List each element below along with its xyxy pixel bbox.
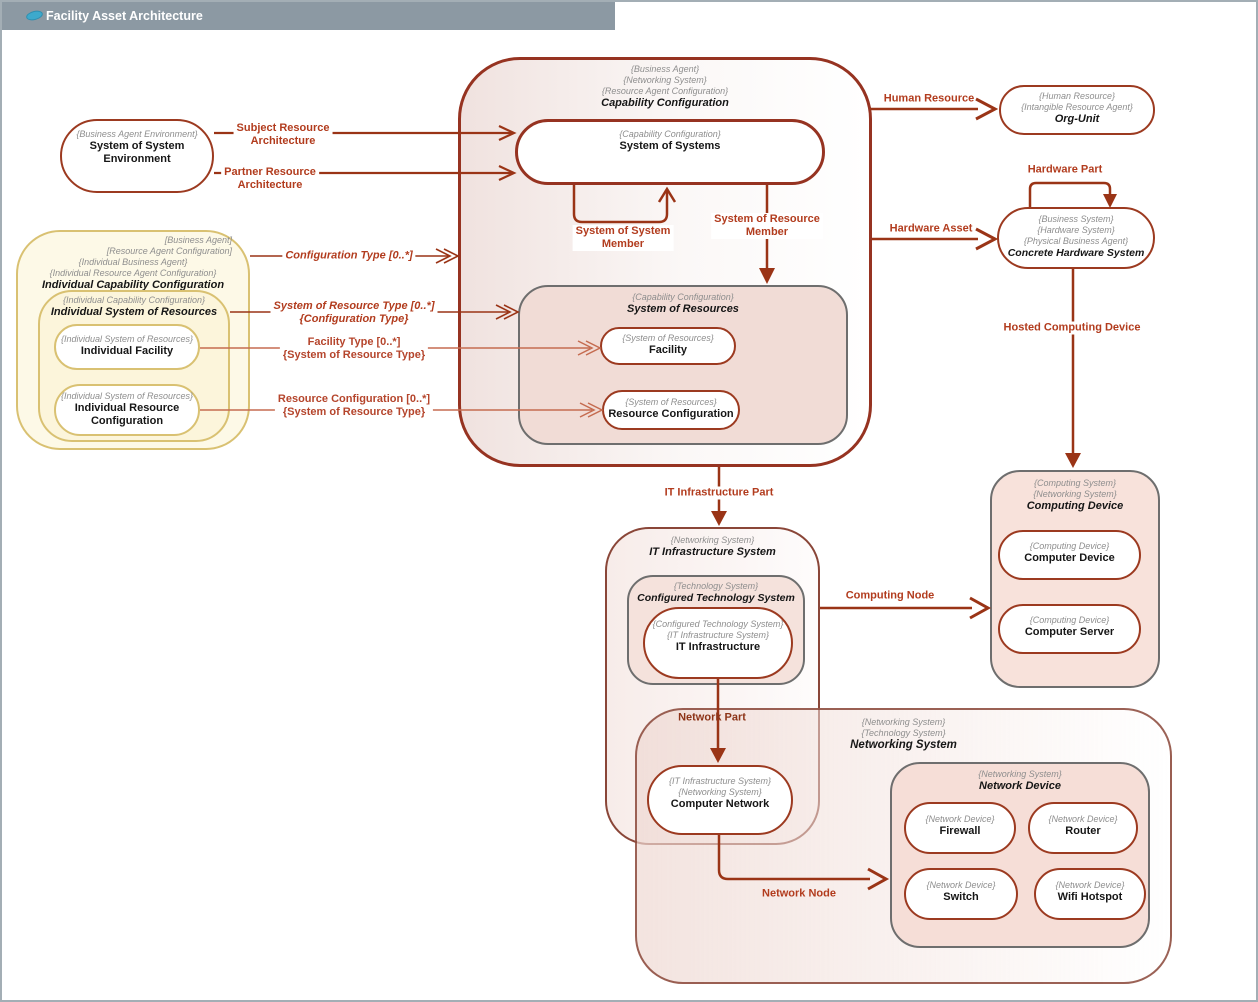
node-title: IT Infrastructure System: [607, 546, 818, 559]
node-switch[interactable]: {Network Device} Switch: [904, 868, 1018, 920]
stereotype-line: {Technology System}: [629, 581, 803, 592]
node-router[interactable]: {Network Device} Router: [1028, 802, 1138, 854]
stereotype-line: {System of Resources}: [602, 333, 734, 344]
edge-label-facility-type[interactable]: Facility Type [0..*] {System of Resource…: [280, 336, 428, 362]
edge-label-hosted-computing-device[interactable]: Hosted Computing Device: [1001, 322, 1144, 335]
node-org-unit[interactable]: {Human Resource} {Intangible Resource Ag…: [999, 85, 1155, 135]
edge-label-network-node[interactable]: Network Node: [762, 888, 836, 901]
node-title: IT Infrastructure: [645, 641, 791, 654]
edge-label-system-of-resource-member[interactable]: System of Resource Member: [711, 213, 823, 239]
stereotype-line: {IT Infrastructure System}: [645, 630, 791, 641]
classifier-refs: [Business Agent] [Resource Agent Configu…: [107, 235, 232, 257]
diagram-title-bar: Facility Asset Architecture: [2, 2, 615, 30]
stereotype-line: {Configured Technology System}: [645, 619, 791, 630]
node-title: System of Resources: [520, 303, 846, 316]
node-title: System of Systems: [518, 140, 822, 153]
node-concrete-hardware-system[interactable]: {Business System} {Hardware System} {Phy…: [997, 207, 1155, 269]
stereotype-line: {Capability Configuration}: [520, 292, 846, 303]
node-computer-server[interactable]: {Computing Device} Computer Server: [998, 604, 1141, 654]
node-individual-resource-configuration[interactable]: {Individual System of Resources} Individ…: [54, 384, 200, 436]
stereotype-line: {Network Device}: [1036, 880, 1144, 891]
node-title: Resource Configuration: [604, 408, 738, 421]
stereotype-line: {Business Agent Environment}: [62, 129, 212, 140]
node-title: Computer Server: [1000, 626, 1139, 639]
stereotype-line: {Intangible Resource Agent}: [1001, 102, 1153, 113]
node-title: Individual System of Resources: [40, 306, 228, 319]
stereotype-line: {Network Device}: [906, 814, 1014, 825]
stereotype-line: {Network Device}: [1030, 814, 1136, 825]
node-title: Org-Unit: [1001, 113, 1153, 126]
stereotype-line: {Computing Device}: [1000, 541, 1139, 552]
stereotype-line: {IT Infrastructure System}: [649, 776, 791, 787]
node-title: Individual Resource Configuration: [56, 402, 198, 428]
stereotype-line: {Networking System}: [992, 489, 1158, 500]
node-title: Switch: [906, 891, 1016, 904]
diagram-icon: [25, 9, 44, 22]
node-title: Computer Device: [1000, 552, 1139, 565]
node-title: Network Device: [892, 780, 1148, 793]
edge-label-subject-resource-architecture[interactable]: Subject Resource Architecture: [234, 122, 333, 148]
stereotype-line: {Networking System}: [461, 75, 869, 86]
stereotype-line: {Hardware System}: [999, 225, 1153, 236]
stereotype-line: {Individual Business Agent}: [18, 257, 248, 268]
stereotype-line: {System of Resources}: [604, 397, 738, 408]
stereotype-line: {Computing System}: [992, 478, 1158, 489]
classifier-ref: [Business Agent]: [107, 235, 232, 246]
node-title: System of System Environment: [62, 140, 212, 166]
diagram-canvas: Facility Asset Architecture [Business Ag…: [0, 0, 1258, 1002]
edge-label-resource-configuration[interactable]: Resource Configuration [0..*] {System of…: [275, 393, 433, 419]
node-title: Wifi Hotspot: [1036, 891, 1144, 904]
classifier-ref: [Resource Agent Configuration]: [107, 246, 232, 257]
node-computer-network[interactable]: {IT Infrastructure System} {Networking S…: [647, 765, 793, 835]
node-firewall[interactable]: {Network Device} Firewall: [904, 802, 1016, 854]
node-title: Networking System: [637, 739, 1170, 752]
node-it-infrastructure[interactable]: {Configured Technology System} {IT Infra…: [643, 607, 793, 679]
node-title: Computer Network: [649, 798, 791, 811]
stereotype-line: {Resource Agent Configuration}: [461, 86, 869, 97]
edge-label-system-of-system-member[interactable]: System of System Member: [573, 225, 674, 251]
stereotype-line: {Capability Configuration}: [518, 129, 822, 140]
edge-label-configuration-type[interactable]: Configuration Type [0..*]: [282, 250, 415, 263]
node-title: Capability Configuration: [461, 97, 869, 110]
stereotype-line: {Networking System}: [649, 787, 791, 798]
node-title: Facility: [602, 344, 734, 357]
node-title: Computing Device: [992, 500, 1158, 513]
node-title: Configured Technology System: [629, 592, 803, 605]
edge-label-hardware-part[interactable]: Hardware Part: [1028, 164, 1103, 177]
stereotype-line: {Network Device}: [906, 880, 1016, 891]
stereotype-line: {Individual System of Resources}: [56, 391, 198, 402]
node-title: Concrete Hardware System: [999, 247, 1153, 260]
diagram-title: Facility Asset Architecture: [46, 2, 203, 30]
node-title: Individual Facility: [56, 345, 198, 358]
stereotype-line: {Technology System}: [637, 728, 1170, 739]
edge-label-partner-resource-architecture[interactable]: Partner Resource Architecture: [221, 166, 319, 192]
node-title: Router: [1030, 825, 1136, 838]
stereotype-line: {Business Agent}: [461, 64, 869, 75]
node-system-of-systems[interactable]: {Capability Configuration} System of Sys…: [515, 119, 825, 185]
node-wifi-hotspot[interactable]: {Network Device} Wifi Hotspot: [1034, 868, 1146, 920]
edge-label-it-infrastructure-part[interactable]: IT Infrastructure Part: [662, 487, 777, 500]
stereotype-line: {Business System}: [999, 214, 1153, 225]
stereotype-line: {Individual System of Resources}: [56, 334, 198, 345]
node-network-device[interactable]: {Networking System} Network Device: [890, 762, 1150, 948]
node-individual-facility[interactable]: {Individual System of Resources} Individ…: [54, 324, 200, 370]
node-computer-device[interactable]: {Computing Device} Computer Device: [998, 530, 1141, 580]
stereotype-line: {Computing Device}: [1000, 615, 1139, 626]
edge-label-network-part[interactable]: Network Part: [678, 712, 746, 725]
node-system-of-system-environment[interactable]: {Business Agent Environment} System of S…: [60, 119, 214, 193]
node-title: Firewall: [906, 825, 1014, 838]
edge-label-human-resource[interactable]: Human Resource: [884, 93, 974, 106]
node-resource-configuration[interactable]: {System of Resources} Resource Configura…: [602, 390, 740, 430]
edge-label-hardware-asset[interactable]: Hardware Asset: [890, 223, 973, 236]
stereotype-line: {Human Resource}: [1001, 91, 1153, 102]
stereotype-line: {Physical Business Agent}: [999, 236, 1153, 247]
node-facility[interactable]: {System of Resources} Facility: [600, 327, 736, 365]
edge-label-system-of-resource-type[interactable]: System of Resource Type [0..*] {Configur…: [271, 300, 438, 326]
stereotype-line: {Individual Capability Configuration}: [40, 295, 228, 306]
edge-label-computing-node[interactable]: Computing Node: [846, 590, 935, 603]
stereotype-line: {Networking System}: [892, 769, 1148, 780]
stereotype-line: {Individual Resource Agent Configuration…: [18, 268, 248, 279]
stereotype-line: {Networking System}: [607, 535, 818, 546]
